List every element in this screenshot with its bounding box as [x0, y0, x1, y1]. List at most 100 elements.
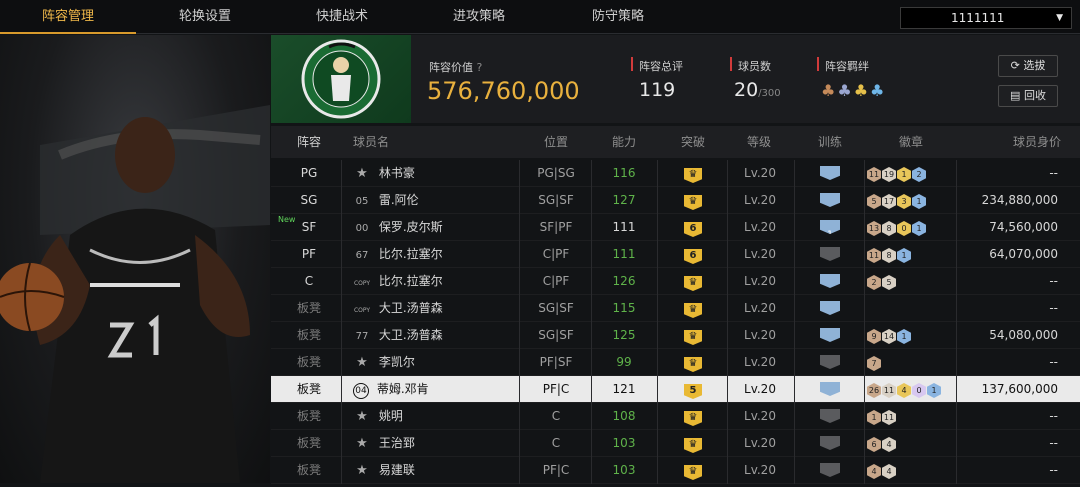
table-row[interactable]: 板凳 ★ 姚明 C 108 ♛ Lv.20 1 11 --: [271, 403, 1080, 430]
lineup-slot: SG: [279, 187, 339, 214]
table-header: 阵容 球员名 位置 能力 突破 等级 训练 徽章 球员身价: [271, 126, 1080, 158]
player-position: C|PF: [542, 274, 570, 288]
badge-icon: 8: [882, 221, 896, 236]
badge-icon: 2: [912, 167, 926, 182]
badges-cell: 25: [866, 268, 956, 295]
player-position: SF|PF: [539, 220, 573, 234]
player-position: SG|SF: [538, 328, 574, 342]
table-row[interactable]: 板凳 77 大卫.汤普森 SG|SF 125 ♛ Lv.20 9 14 1 54,0…: [271, 322, 1080, 349]
badges-cell: 26 11 4 0 1: [866, 376, 956, 403]
col-price: 球员身价: [1012, 135, 1061, 149]
tab-offense[interactable]: 进攻策略: [411, 0, 547, 34]
player-price: --: [1049, 436, 1058, 450]
badge-icon: 9: [867, 329, 881, 344]
chevron-down-icon: ▼: [1056, 13, 1063, 23]
player-position: PF|SF: [539, 355, 573, 369]
badge-icon: 1: [912, 194, 926, 209]
player-name-cell: ★ 王治郅: [353, 430, 513, 457]
crown-icon: ♛: [684, 465, 702, 480]
bond-icons: ♣♣♣♣: [821, 81, 886, 100]
player-price: --: [1049, 274, 1058, 288]
lineup-slot: 板凳: [279, 322, 339, 349]
lineup-slot: PG: [279, 160, 339, 187]
training-icon: [820, 274, 840, 288]
player-name: 雷.阿伦: [378, 193, 419, 207]
col-name: 球员名: [353, 135, 390, 149]
badges-cell: 13 8 0 1: [866, 214, 956, 241]
player-level: Lv.20: [744, 247, 776, 261]
bond-icon: ♣: [870, 81, 887, 100]
player-name-cell: 04 蒂姆.邓肯: [353, 376, 513, 403]
player-level: Lv.20: [744, 355, 776, 369]
col-training: 训练: [817, 135, 842, 149]
value-label: 阵容价值 ?: [429, 61, 483, 74]
lineup-slot: 板凳: [279, 403, 339, 430]
player-ability: 111: [612, 247, 636, 261]
recycle-button[interactable]: ▤ 回收: [998, 85, 1058, 107]
crown-icon: 5: [684, 384, 702, 399]
select-button[interactable]: ⟳ 选拔: [998, 55, 1058, 77]
star-icon: ★: [356, 355, 368, 370]
player-level: Lv.20: [744, 193, 776, 207]
training-icon: [820, 166, 840, 180]
crown-icon: ♛: [684, 411, 702, 426]
table-row[interactable]: PG ★ 林书豪 PG|SG 116 ♛ Lv.20 11 19 1 2 --: [271, 160, 1080, 187]
break-cell: ♛: [659, 187, 727, 214]
break-cell: ♛: [659, 268, 727, 295]
table-row[interactable]: 板凳 04 蒂姆.邓肯 PF|C 121 5 Lv.20 26 11 4 0 1 137…: [271, 376, 1080, 403]
tab-quick-tactics[interactable]: 快捷战术: [274, 0, 410, 34]
lineup-value: 576,760,000: [427, 77, 580, 105]
table-row[interactable]: PF 67 比尔.拉塞尔 C|PF 111 6 Lv.20 11 8 1 64,07…: [271, 241, 1080, 268]
badges-cell: 1 11: [866, 403, 956, 430]
table-row[interactable]: New SF 00 保罗.皮尔斯 SF|PF 111 6 Lv.20 1 13 8…: [271, 214, 1080, 241]
badge-icon: 1: [927, 383, 941, 398]
player-price: 234,880,000: [981, 193, 1058, 207]
badge-icon: 11: [867, 248, 881, 263]
star-icon: ★: [356, 463, 368, 478]
training-cell: [796, 268, 864, 295]
training-icon: [820, 382, 840, 396]
player-price: --: [1049, 463, 1058, 477]
jersey-number: 00: [355, 223, 369, 234]
player-name: 蒂姆.邓肯: [376, 382, 429, 396]
player-price: 137,600,000: [981, 382, 1058, 396]
player-ability: 103: [612, 463, 636, 477]
badge-icon: 4: [882, 464, 896, 479]
table-row[interactable]: 板凳 ★ 王治郅 C 103 ♛ Lv.20 64 --: [271, 430, 1080, 457]
table-row[interactable]: 板凳 ★ 李凯尔 PF|SF 99 ♛ Lv.20 7 --: [271, 349, 1080, 376]
col-badges: 徽章: [898, 135, 923, 149]
break-cell: ♛: [659, 322, 727, 349]
player-price: --: [1049, 166, 1058, 180]
lineup-slot: 板凳: [279, 430, 339, 457]
badge-icon: 14: [882, 329, 896, 344]
tab-lineup[interactable]: 阵容管理: [0, 0, 136, 34]
count-label: 球员数: [738, 60, 771, 73]
training-cell: [796, 187, 864, 214]
break-cell: ♛: [659, 403, 727, 430]
training-icon: [820, 247, 840, 261]
training-icon: [820, 328, 840, 342]
training-icon: 1: [820, 220, 840, 234]
player-name: 大卫.汤普森: [378, 301, 443, 315]
table-row[interactable]: 板凳 COPY 大卫.汤普森 SG|SF 115 ♛ Lv.20 --: [271, 295, 1080, 322]
account-select[interactable]: 1111111 ▼: [900, 7, 1072, 29]
break-cell: 5: [659, 376, 727, 403]
training-icon: [820, 355, 840, 369]
lineup-slot: PF: [279, 241, 339, 268]
bond-icon: ♣: [821, 81, 838, 100]
badge-icon: 8: [882, 248, 896, 263]
recycle-icon: ▤: [1010, 89, 1021, 102]
tab-rotation[interactable]: 轮换设置: [137, 0, 273, 34]
training-icon: [820, 193, 840, 207]
table-row[interactable]: SG 05 雷.阿伦 SG|SF 127 ♛ Lv.20 5 17 3 1 234,8…: [271, 187, 1080, 214]
help-icon: ?: [476, 61, 483, 74]
badge-icon: 1: [897, 248, 911, 263]
crown-icon: ♛: [684, 438, 702, 453]
player-position: SG|SF: [538, 193, 574, 207]
tab-defense[interactable]: 防守策略: [550, 0, 686, 34]
table-row[interactable]: C COPY 比尔.拉塞尔 C|PF 126 ♛ Lv.20 25 --: [271, 268, 1080, 295]
table-row[interactable]: 板凳 ★ 易建联 PF|C 103 ♛ Lv.20 44 --: [271, 457, 1080, 484]
crown-icon: 6: [684, 249, 702, 264]
col-lineup: 阵容: [296, 135, 321, 149]
break-cell: 6: [659, 241, 727, 268]
